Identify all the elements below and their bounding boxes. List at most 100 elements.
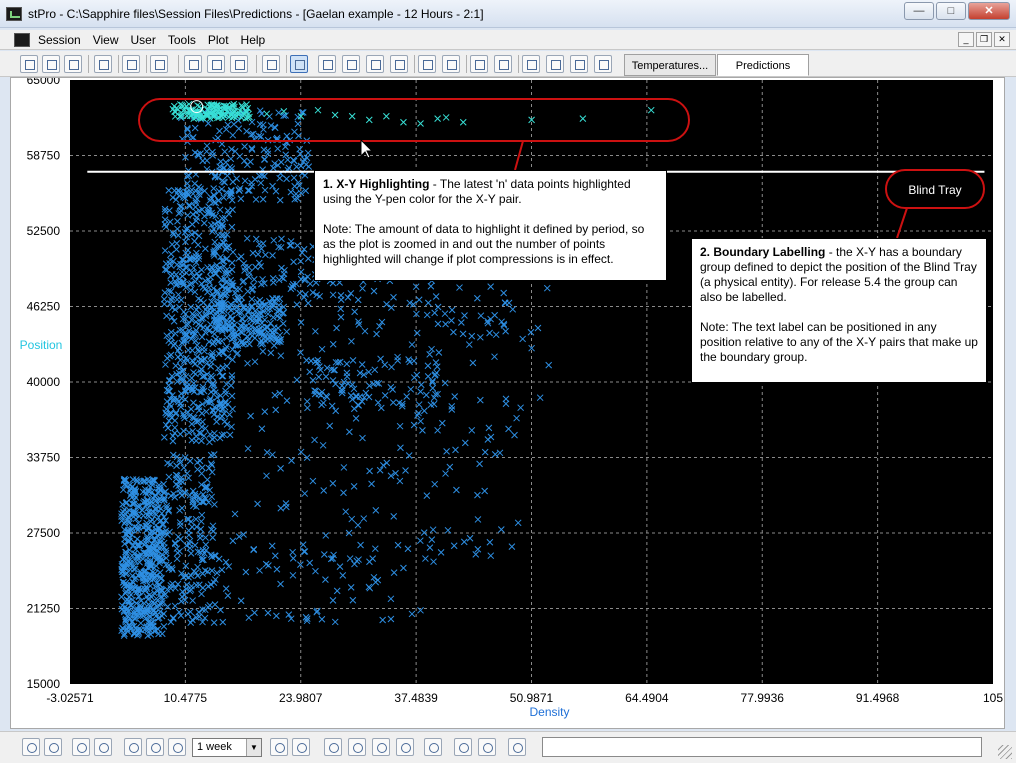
xy-plot-icon[interactable] [470,55,488,73]
menu-bar: Session View User Tools Plot Help _ ❐ ✕ [0,30,1016,50]
save-icon[interactable] [94,55,112,73]
chart-options-icon[interactable] [292,738,310,756]
new-plot-icon[interactable] [262,55,280,73]
add-chart-icon[interactable] [342,55,360,73]
y-tick-label: 52500 [27,224,61,238]
annotation-heading: 2. Boundary Labelling [700,245,826,259]
minimize-button[interactable]: — [904,2,934,20]
check-disabled-icon [442,55,460,73]
run-icon[interactable] [290,55,308,73]
new-icon[interactable] [20,55,38,73]
title-bar: stPro - C:\Sapphire files\Session Files\… [0,0,1016,28]
folder-save-icon[interactable] [454,738,472,756]
print-icon[interactable] [122,55,140,73]
save-disk-icon[interactable] [478,738,496,756]
toolbar-separator [414,55,415,73]
add-trend-icon[interactable] [366,55,384,73]
toolbar-separator [518,55,519,73]
x-tick-label: 10.4775 [164,691,208,705]
annotation-xy-highlighting: 1. X-Y Highlighting - The latest 'n' dat… [314,170,667,281]
doc-close-button[interactable]: ✕ [994,32,1010,47]
menu-session[interactable]: Session [38,33,81,47]
x-tick-label: 64.4904 [625,691,669,705]
toolbar-separator [466,55,467,73]
xy-scatter-plot[interactable]: -3.02571 10.4775 23.9807 37.4839 50.9871 64.4… [11,78,1004,728]
x-tick-label: 77.9936 [741,691,785,705]
scroll-icon[interactable] [270,738,288,756]
help-cursor-icon[interactable] [150,55,168,73]
annotate-icon[interactable] [570,55,588,73]
layout-vertical-icon[interactable] [230,55,248,73]
annotation-text: 1. X-Y Highlighting - The latest 'n' dat… [323,177,658,207]
menu-view[interactable]: View [93,33,119,47]
toolbar: Temperatures... Predictions [0,51,1016,77]
x-tick-label: 50.9871 [510,691,554,705]
annotation-xy-highlighting-body: 1. X-Y Highlighting - The latest 'n' dat… [314,170,667,281]
y-tick-label: 33750 [27,451,61,465]
window-title: stPro - C:\Sapphire files\Session Files\… [28,7,484,21]
alarm-icon[interactable] [124,738,142,756]
window-icon[interactable] [348,738,366,756]
app-icon[interactable] [6,7,22,21]
zoom-out-icon[interactable] [22,738,40,756]
menu-help[interactable]: Help [241,33,266,47]
menu-tools[interactable]: Tools [168,33,196,47]
xy-plot-alt-icon[interactable] [494,55,512,73]
plot-area: -3.02571 10.4775 23.9807 37.4839 50.9871 64.4… [10,77,1005,729]
layout-single-icon[interactable] [184,55,202,73]
status-toolbar: 1 week ▼ [0,731,1016,763]
doc-minimize-button[interactable]: _ [958,32,974,47]
y-tick-label: 46250 [27,300,61,314]
check-chart-icon[interactable] [424,738,442,756]
annotation-boundary-labelling: 2. Boundary Labelling - the X-Y has a bo… [691,238,987,383]
menu-user[interactable]: User [131,33,156,47]
x-tick-label: 105 [983,691,1003,705]
layout-horizontal-icon[interactable] [207,55,225,73]
y-tick-label: 58750 [27,149,61,163]
document-icon[interactable] [14,33,30,47]
export-icon[interactable] [522,55,540,73]
window-controls: — □ ✕ [902,2,1010,20]
check-icon[interactable] [418,55,436,73]
close-button[interactable]: ✕ [968,2,1010,20]
open-folder-icon[interactable] [64,55,82,73]
y-tick-label: 65000 [27,78,61,87]
copy-icon[interactable] [546,55,564,73]
window-duo-icon[interactable] [396,738,414,756]
add-xy-icon[interactable] [390,55,408,73]
menu-plot[interactable]: Plot [208,33,229,47]
toolbar-separator [178,55,179,73]
window-alt-icon[interactable] [372,738,390,756]
properties-icon[interactable] [594,55,612,73]
x-tick-label: 37.4839 [394,691,438,705]
tab-temperatures[interactable]: Temperatures... [624,54,716,76]
resize-grip-icon[interactable] [998,745,1012,759]
period-select[interactable]: 1 week ▼ [192,738,262,757]
y-tick-label: 27500 [27,526,61,540]
forward-icon[interactable] [94,738,112,756]
status-text-field[interactable] [542,737,982,757]
doc-restore-button[interactable]: ❐ [976,32,992,47]
toolbar-separator [146,55,147,73]
y-axis-label: Position [20,338,63,352]
group-icon[interactable] [146,738,164,756]
tools-icon[interactable] [508,738,526,756]
clock-icon[interactable] [168,738,186,756]
open-icon[interactable] [42,55,60,73]
annotation-boundary-labelling-body: 2. Boundary Labelling - the X-Y has a bo… [691,238,987,383]
tab-predictions[interactable]: Predictions [717,54,809,76]
chevron-down-icon[interactable]: ▼ [246,739,261,756]
menu-items: Session View User Tools Plot Help [38,33,277,47]
toolbar-separator [286,55,287,73]
annotation-heading: 1. X-Y Highlighting [323,177,430,191]
x-tick-label: -3.02571 [46,691,94,705]
toolbar-separator [256,55,257,73]
folder-icon[interactable] [324,738,342,756]
annotation-note: Note: The amount of data to highlight it… [323,222,645,266]
toolbar-separator [118,55,119,73]
add-pen-icon[interactable] [318,55,336,73]
y-tick-label: 15000 [27,677,61,691]
zoom-in-icon[interactable] [44,738,62,756]
back-icon[interactable] [72,738,90,756]
maximize-button[interactable]: □ [936,2,966,20]
